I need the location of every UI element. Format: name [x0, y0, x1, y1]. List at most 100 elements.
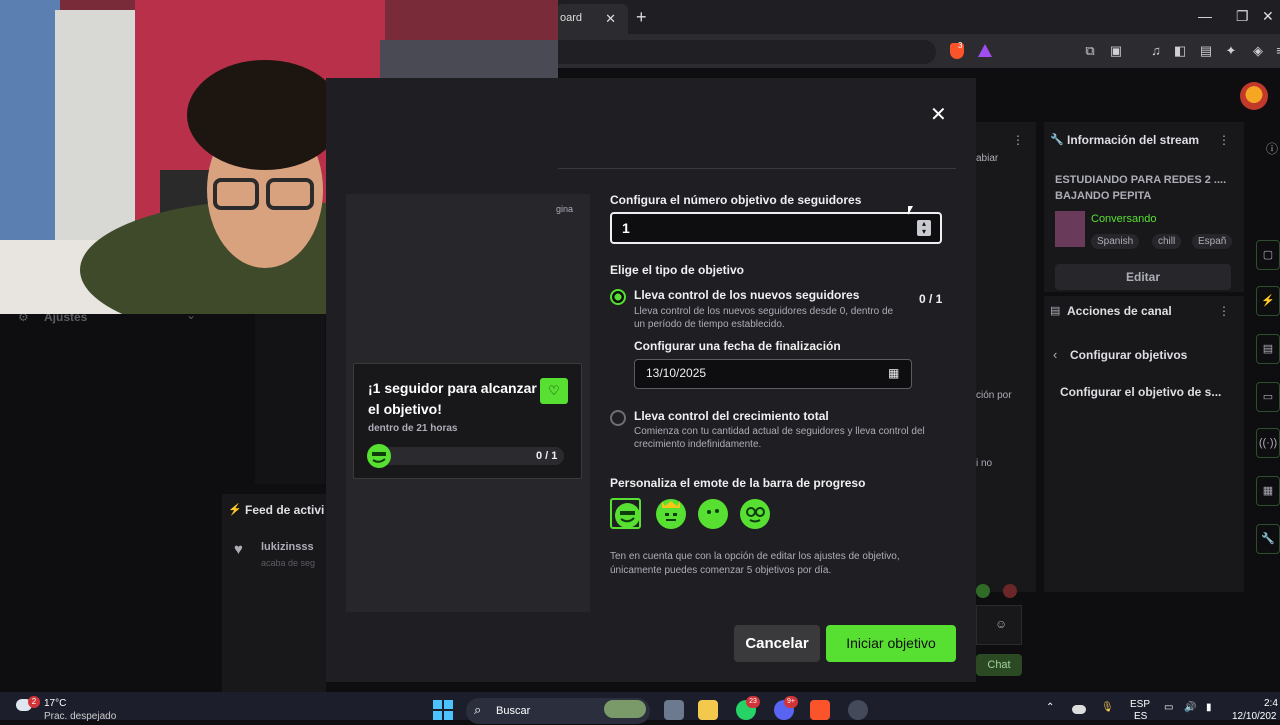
channel-actions-panel: [1044, 296, 1244, 592]
new-tab-button[interactable]: +: [636, 7, 647, 28]
url-field[interactable]: [556, 40, 936, 64]
search-highlight-image: [604, 700, 646, 718]
browser-tab-title: oard: [560, 12, 583, 24]
brave-badge: 3: [958, 41, 963, 50]
chat-button[interactable]: Chat: [976, 654, 1022, 676]
more-options-icon[interactable]: ⋮: [1012, 133, 1024, 147]
screenshot-icon[interactable]: ▣: [1108, 43, 1124, 59]
goal-preview-title: ¡1 seguidor para alcanzar el objetivo!: [368, 380, 537, 417]
goal-preview-subtitle: dentro de 21 horas: [368, 423, 458, 434]
activity-description: acaba de seg: [261, 558, 316, 568]
emote-blob-icon[interactable]: [698, 499, 728, 529]
weather-badge: 2: [28, 696, 40, 708]
center-panel-edge: [976, 122, 1036, 592]
info-icon[interactable]: ⓘ: [1266, 140, 1278, 157]
quick-action-button[interactable]: ((·)): [1256, 428, 1280, 458]
start-goal-button[interactable]: Iniciar objetivo: [826, 625, 956, 662]
clock-time[interactable]: 2:4: [1264, 698, 1278, 709]
close-window-icon[interactable]: ✕: [1262, 8, 1274, 25]
weather-desc: Prac. despejado: [44, 711, 117, 722]
end-date-label: Configurar una fecha de finalización: [634, 339, 841, 353]
target-number-input[interactable]: [610, 212, 942, 244]
search-icon: ⌕: [474, 702, 482, 717]
emote-glasses-icon[interactable]: [740, 499, 770, 529]
quick-action-button[interactable]: 🔧: [1256, 524, 1280, 554]
weather-temp: 17°C: [44, 698, 67, 709]
battery-icon[interactable]: ▮: [1206, 702, 1212, 713]
tag-chip[interactable]: Spanish: [1091, 234, 1140, 249]
menu-icon[interactable]: ≡: [1272, 43, 1280, 59]
preview-fragment: gina: [556, 204, 574, 214]
microphone-icon[interactable]: 🎙: [1101, 702, 1114, 713]
user-avatar[interactable]: [1240, 82, 1268, 110]
task-view-icon[interactable]: [664, 700, 684, 720]
quick-action-button[interactable]: ⚡: [1256, 286, 1280, 316]
maximize-icon[interactable]: ❐: [1236, 8, 1249, 25]
brave-rewards-icon[interactable]: [978, 44, 992, 57]
vpn-icon[interactable]: ◈: [1250, 43, 1266, 59]
emote-cool-icon: [615, 503, 640, 528]
quick-action-button[interactable]: ▢: [1256, 240, 1280, 270]
edit-button[interactable]: Editar: [1055, 264, 1231, 290]
network-icon[interactable]: ▭: [1164, 702, 1173, 713]
language-indicator[interactable]: ESP: [1130, 699, 1150, 710]
goal-preview-count: 0 / 1: [536, 450, 558, 462]
volume-icon[interactable]: 🔊: [1184, 702, 1196, 713]
radio-new-followers[interactable]: [610, 289, 626, 305]
configure-goals-heading[interactable]: Configurar objetivos: [1070, 348, 1187, 362]
target-number-value: 1: [622, 220, 630, 236]
activity-username[interactable]: lukizinsss: [261, 541, 314, 553]
configure-goal-item[interactable]: Configurar el objetivo de s...: [1060, 385, 1221, 399]
clock-date[interactable]: 12/10/202: [1232, 711, 1277, 722]
channel-actions-title: Acciones de canal: [1067, 304, 1172, 318]
activity-feed-panel: [222, 494, 326, 692]
quick-action-button[interactable]: ▦: [1256, 476, 1280, 506]
category-box-art: [1055, 211, 1085, 247]
music-icon[interactable]: ♫: [1148, 43, 1164, 59]
cloud-icon[interactable]: [1072, 705, 1086, 714]
option-new-title[interactable]: Lleva control de los nuevos seguidores: [634, 288, 859, 302]
windows-start-icon[interactable]: [433, 700, 453, 720]
option-total-title[interactable]: Lleva control del crecimiento total: [634, 409, 829, 423]
minimize-icon[interactable]: —: [1198, 8, 1212, 24]
back-chevron-icon[interactable]: ‹: [1053, 347, 1057, 362]
obs-icon[interactable]: [848, 700, 868, 720]
close-icon[interactable]: ✕: [930, 105, 947, 125]
wrench-icon: 🔧: [1050, 134, 1064, 146]
emote-king-icon[interactable]: [656, 499, 686, 529]
quick-action-button[interactable]: ▤: [1256, 334, 1280, 364]
file-explorer-icon[interactable]: [698, 700, 718, 720]
category-link[interactable]: Conversando: [1091, 213, 1156, 225]
emote-label: Personaliza el emote de la barra de prog…: [610, 476, 866, 490]
option-new-desc: Lleva control de los nuevos seguidores d…: [634, 306, 894, 330]
hidden-text-fragment: ción por: [976, 390, 1012, 401]
more-options-icon[interactable]: ⋮: [1218, 133, 1230, 147]
emote-picker-icon[interactable]: ☺: [995, 617, 1007, 631]
more-options-icon[interactable]: ⋮: [1218, 304, 1230, 318]
number-spinner-icon[interactable]: ▴ ▾: [917, 220, 931, 236]
sidebar-icon[interactable]: ◧: [1172, 43, 1188, 59]
extensions-icon[interactable]: ⧉: [1082, 43, 1098, 59]
hidden-text-fragment: abiar: [976, 153, 999, 164]
goal-type-label: Elige el tipo de objetivo: [610, 263, 745, 277]
bolt-icon: ⚡: [228, 504, 242, 516]
browser-tab[interactable]: oard ✕: [556, 4, 628, 34]
discord-badge: 9+: [784, 696, 798, 708]
close-tab-icon[interactable]: ✕: [605, 11, 616, 27]
chevron-up-icon[interactable]: ⌃: [1046, 702, 1054, 713]
radio-total-growth[interactable]: [610, 410, 626, 426]
tag-chip[interactable]: chill: [1152, 234, 1182, 249]
emote-option-selected[interactable]: [610, 498, 641, 529]
tag-chip[interactable]: Españ: [1192, 234, 1233, 249]
quick-action-button[interactable]: ▭: [1256, 382, 1280, 412]
end-date-value: 13/10/2025: [646, 366, 707, 380]
heart-icon: ♥: [234, 541, 243, 558]
wallet-icon[interactable]: ▤: [1198, 43, 1214, 59]
cancel-button[interactable]: Cancelar: [734, 625, 820, 662]
leo-ai-icon[interactable]: ✦: [1223, 43, 1239, 59]
target-label: Configura el número objetivo de seguidor…: [610, 193, 862, 207]
stream-title: ESTUDIANDO PARA REDES 2 .... BAJANDO PEP…: [1055, 174, 1227, 202]
hidden-text-fragment: i no: [976, 458, 993, 469]
brave-browser-icon[interactable]: [810, 700, 830, 720]
calendar-icon[interactable]: ▦: [888, 366, 899, 380]
